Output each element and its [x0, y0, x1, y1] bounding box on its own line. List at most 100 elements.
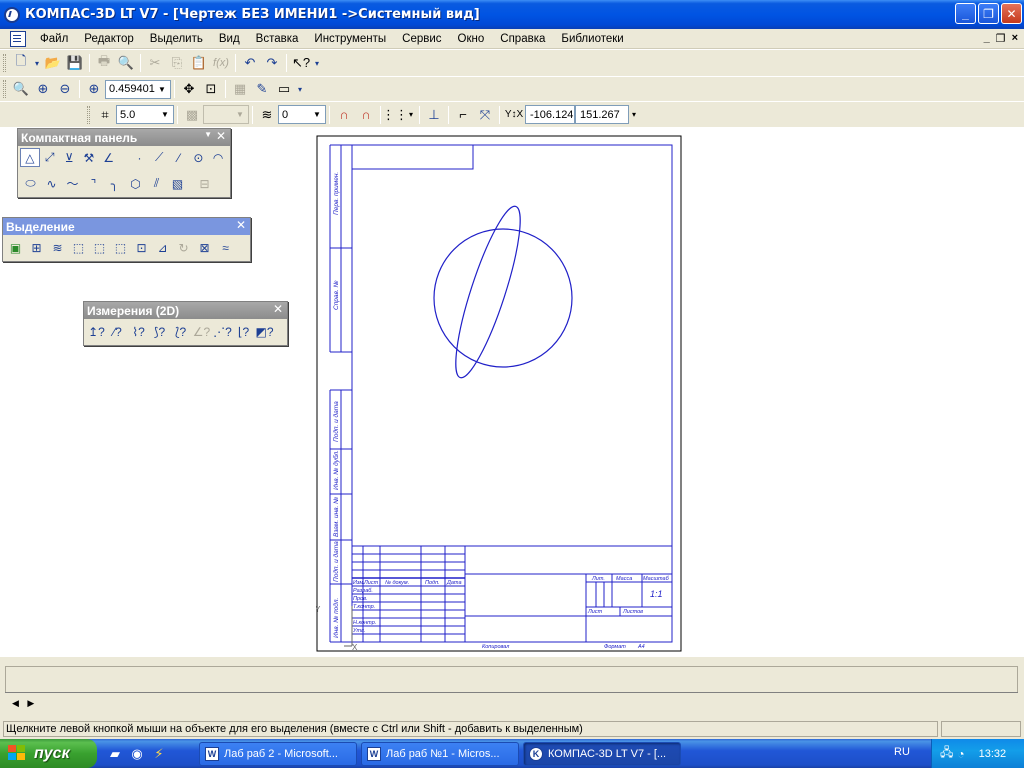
cursor-step-combo[interactable]: 5.0 ▼ [116, 105, 174, 124]
quick-launch-app-icon[interactable]: ◉ [129, 746, 145, 762]
menu-service[interactable]: Сервис [394, 33, 449, 45]
pan-icon[interactable]: ✥ [178, 79, 200, 100]
quick-launch-app-icon[interactable]: ⚡ [151, 746, 167, 762]
zoom-scale-icon[interactable]: ⊕ [83, 79, 105, 100]
save-icon[interactable]: 💾 [64, 53, 86, 74]
menu-view[interactable]: Вид [211, 33, 248, 45]
select-layer-icon[interactable]: ≋ [47, 238, 68, 257]
ellipse-tool-icon[interactable]: ⬭ [20, 174, 41, 193]
edit-tab-icon[interactable]: ⚒ [79, 148, 99, 167]
toolbar-grip[interactable] [87, 105, 90, 124]
refresh-icon[interactable]: ▦ [229, 79, 251, 100]
coord-x-field[interactable]: -106.124 [525, 105, 575, 124]
kompas-app-icon[interactable] [4, 6, 20, 23]
panel-close-icon[interactable]: ✕ [273, 302, 283, 316]
select-outside-frame-icon[interactable]: ⬚ [110, 238, 131, 257]
function-icon[interactable]: f(x) [210, 53, 232, 74]
task-button-lab1[interactable]: W Лаб раб №1 - Micros... [361, 741, 519, 766]
scroll-arrows[interactable]: ◀ ▶ [12, 698, 37, 709]
chevron-down-icon[interactable]: ▼ [310, 107, 324, 122]
coord-y-field[interactable]: 151.267 [575, 105, 629, 124]
round-coords-icon[interactable]: ⤧ [474, 104, 496, 125]
open-folder-icon[interactable]: 📂 [42, 53, 64, 74]
hatch-tool-icon[interactable]: ▧ [167, 174, 188, 193]
select-all-icon[interactable]: ▣ [5, 238, 26, 257]
select-by-object-icon[interactable]: ⊞ [26, 238, 47, 257]
menu-tools[interactable]: Инструменты [306, 33, 394, 45]
local-snap-magnet-icon[interactable]: ∩ [355, 104, 377, 125]
local-cs-icon[interactable]: ⊥ [423, 104, 445, 125]
fillet-tool-icon[interactable]: ╮ [104, 174, 125, 193]
collect-contour-icon[interactable]: ⊟ [194, 174, 215, 193]
layer-state-icon[interactable]: ≋ [256, 104, 278, 125]
params-tab-icon[interactable]: ∠ [99, 148, 119, 167]
help-pointer-icon[interactable]: ↖? [290, 53, 312, 74]
display-dropdown-icon[interactable]: ▾ [295, 79, 305, 100]
copy-icon[interactable]: ⎘ [166, 53, 188, 74]
distance-measure-icon[interactable]: ⁄? [107, 322, 128, 341]
language-indicator[interactable]: RU [894, 746, 910, 758]
task-button-kompas[interactable]: K КОМПАС-3D LT V7 - [... [523, 741, 681, 766]
show-all-icon[interactable]: ⊡ [200, 79, 222, 100]
undo-icon[interactable]: ↶ [239, 53, 261, 74]
menu-window[interactable]: Окно [450, 33, 493, 45]
layers-icon[interactable]: ✎ [251, 79, 273, 100]
chevron-down-icon[interactable]: ▼ [155, 82, 169, 97]
new-document-icon[interactable]: 🗋 [10, 53, 32, 74]
point-tool-icon[interactable]: · [130, 148, 150, 167]
menu-editor[interactable]: Редактор [76, 33, 142, 45]
spline-tool-icon[interactable]: ∿ [41, 174, 62, 193]
aux-line-tool-icon[interactable]: ⟋ [149, 148, 169, 167]
zoom-scale-combo[interactable]: 0.459401 ▼ [105, 79, 171, 99]
dimensions-tab-icon[interactable]: ⤢ [40, 148, 60, 167]
arc-tool-icon[interactable]: ◠ [208, 148, 228, 167]
paste-icon[interactable]: 📋 [188, 53, 210, 74]
drawing-sheet[interactable]: Перв. примен. Справ. № Подп. и дата Инв.… [316, 135, 682, 652]
snap-magnet-icon[interactable]: ∩ [333, 104, 355, 125]
volume-icon[interactable]: ◔ [957, 747, 964, 761]
menu-file[interactable]: Файл [32, 33, 76, 45]
select-by-style-icon[interactable]: ≈ [215, 238, 236, 257]
minimize-button[interactable]: _ [955, 3, 976, 24]
network-icon[interactable]: 🖧 [940, 743, 953, 764]
properties-panel[interactable] [5, 666, 1018, 693]
segment-tool-icon[interactable]: ⁄ [169, 148, 189, 167]
redo-icon[interactable]: ↷ [261, 53, 283, 74]
distance-curve-points-icon[interactable]: ⟆? [149, 322, 170, 341]
toolbar-grip[interactable] [3, 54, 6, 72]
cut-icon[interactable]: ✂ [144, 53, 166, 74]
select-previous-icon[interactable]: ↻ [173, 238, 194, 257]
coords-measure-icon[interactable]: ↥? [86, 322, 107, 341]
symbols-tab-icon[interactable]: ⊻ [59, 148, 79, 167]
distance-curves-icon[interactable]: ⌇? [128, 322, 149, 341]
menu-select[interactable]: Выделить [142, 33, 211, 45]
print-icon[interactable]: 🖶 [93, 53, 115, 74]
help-dropdown-icon[interactable]: ▾ [312, 53, 322, 74]
menu-insert[interactable]: Вставка [248, 33, 307, 45]
select-secant-frame-icon[interactable]: ⬚ [89, 238, 110, 257]
menu-help[interactable]: Справка [492, 33, 553, 45]
new-dropdown-icon[interactable]: ▾ [32, 53, 42, 74]
quick-launch-app-icon[interactable]: ▰ [107, 746, 123, 762]
close-button[interactable]: ✕ [1001, 3, 1022, 24]
panel-menu-icon[interactable]: ▼ [204, 130, 212, 139]
angle-measure-icon[interactable]: ∠? [191, 322, 212, 341]
length-curve-icon[interactable]: ⟅? [170, 322, 191, 341]
chevron-down-icon[interactable]: ▼ [158, 107, 172, 122]
task-button-lab2[interactable]: W Лаб раб 2 - Microsoft... [199, 741, 357, 766]
chamfer-tool-icon[interactable]: ⌝ [83, 174, 104, 193]
mass-centering-icon[interactable]: ◩? [254, 322, 275, 341]
grid-icon[interactable]: ⋮⋮ [382, 104, 408, 125]
clock[interactable]: 13:32 [979, 748, 1007, 760]
maximize-button[interactable]: ❐ [978, 3, 999, 24]
start-button[interactable]: пуск [0, 739, 97, 768]
print-preview-icon[interactable]: 🔍 [115, 53, 137, 74]
cursor-step-icon[interactable]: ⌗ [94, 104, 116, 125]
zoom-out-icon[interactable]: ⊖ [54, 79, 76, 100]
panel-close-icon[interactable]: ✕ [236, 218, 246, 232]
selection-panel-header[interactable]: Выделение ✕ [3, 218, 250, 235]
bezier-tool-icon[interactable]: 〜 [62, 174, 83, 193]
measure-panel-header[interactable]: Измерения (2D) ✕ [84, 302, 287, 319]
polygon-tool-icon[interactable]: ⬡ [125, 174, 146, 193]
zoom-window-icon[interactable]: 🔍 [10, 79, 32, 100]
